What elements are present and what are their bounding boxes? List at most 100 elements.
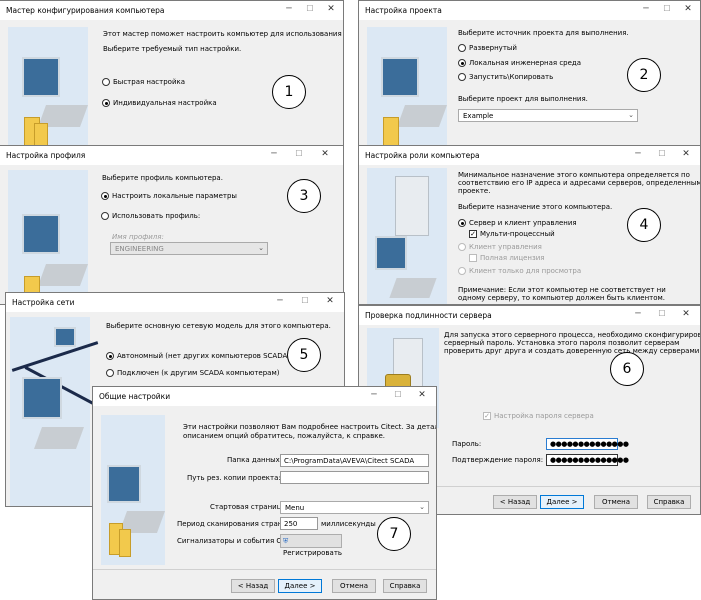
- maximize-button[interactable]: ☐: [293, 149, 305, 158]
- shield-icon: ⛨: [283, 537, 289, 545]
- chevron-down-icon: ⌄: [419, 503, 425, 511]
- title-bar: Общие настройки ─ ☐ ✕: [93, 387, 436, 406]
- deployed-label[interactable]: Развернутый: [469, 44, 517, 52]
- title-bar: Настройка проекта ─ ☐ ✕: [359, 1, 700, 20]
- server-icon: [395, 176, 429, 236]
- close-button[interactable]: ✕: [319, 149, 331, 159]
- window-title: Общие настройки: [99, 392, 171, 401]
- step-number-4: 4: [627, 208, 661, 242]
- minimize-button[interactable]: ─: [283, 4, 295, 14]
- cancel-button[interactable]: Отмена: [594, 495, 638, 509]
- local-engineering-label[interactable]: Локальная инженерная среда: [469, 59, 581, 67]
- help-button[interactable]: Справка: [383, 579, 427, 593]
- quick-setup-radio[interactable]: [102, 78, 110, 86]
- scan-period-field[interactable]: 250: [280, 517, 318, 530]
- server-password-checkbox[interactable]: ✓: [483, 412, 491, 420]
- local-params-label[interactable]: Настроить локальные параметры: [112, 192, 237, 200]
- multiprocess-checkbox[interactable]: ✓: [469, 230, 477, 238]
- use-profile-radio[interactable]: [101, 212, 109, 220]
- profile-prompt: Выберите профиль компьютера.: [102, 174, 223, 182]
- role-note-line-1: Примечание: Если этот компьютер не соотв…: [458, 286, 666, 294]
- maximize-button[interactable]: ☐: [656, 149, 668, 158]
- title-bar: Проверка подлинности сервера ─ ☐ ✕: [359, 306, 700, 325]
- view-only-label[interactable]: Клиент только для просмотра: [469, 267, 581, 275]
- deployed-radio[interactable]: [458, 44, 466, 52]
- cancel-button[interactable]: Отмена: [332, 579, 376, 593]
- step-number-5: 5: [287, 338, 321, 372]
- control-client-label[interactable]: Клиент управления: [469, 243, 542, 251]
- minimize-button[interactable]: ─: [268, 149, 280, 159]
- full-license-checkbox[interactable]: [469, 254, 477, 262]
- custom-setup-radio[interactable]: [102, 99, 110, 107]
- title-bar: Настройка роли компьютера ─ ☐ ✕: [359, 146, 700, 165]
- chevron-down-icon: ⌄: [628, 111, 634, 119]
- local-engineering-radio[interactable]: [458, 59, 466, 67]
- maximize-button[interactable]: ☐: [656, 309, 668, 318]
- close-button[interactable]: ✕: [680, 149, 692, 159]
- next-button[interactable]: Далее >: [278, 579, 322, 593]
- standalone-radio[interactable]: [106, 352, 114, 360]
- role-description-line-2: соответствию его IP адреса и адресами се…: [458, 179, 701, 187]
- register-button[interactable]: ⛨ Регистрировать: [280, 534, 342, 557]
- close-button[interactable]: ✕: [682, 4, 694, 14]
- maximize-button[interactable]: ☐: [299, 296, 311, 305]
- control-client-radio[interactable]: [458, 243, 466, 251]
- view-only-radio[interactable]: [458, 267, 466, 275]
- start-page-select[interactable]: Menu ⌄: [280, 501, 429, 514]
- minimize-button[interactable]: ─: [632, 309, 644, 319]
- close-button[interactable]: ✕: [325, 4, 337, 14]
- backup-path-field[interactable]: [280, 471, 429, 484]
- start-page-value: Menu: [285, 504, 305, 512]
- data-folder-field[interactable]: C:\ProgramData\AVEVA\Citect SCADA 2018 R…: [280, 454, 429, 467]
- multiprocess-label[interactable]: Мульти-процессный: [480, 230, 555, 238]
- monitor-icon: [54, 327, 76, 347]
- step-number-1: 1: [272, 75, 306, 109]
- server-client-radio[interactable]: [458, 219, 466, 227]
- folder-icon: [119, 529, 131, 557]
- maximize-button[interactable]: ☐: [304, 4, 316, 13]
- full-license-label[interactable]: Полная лицензия: [480, 254, 544, 262]
- monitor-icon: [107, 465, 141, 503]
- maximize-button[interactable]: ☐: [661, 4, 673, 13]
- step-number-2: 2: [627, 58, 661, 92]
- local-params-radio[interactable]: [101, 192, 109, 200]
- close-button[interactable]: ✕: [680, 309, 692, 319]
- run-copy-label[interactable]: Запустить\Копировать: [469, 73, 553, 81]
- project-select[interactable]: Example ⌄: [458, 109, 638, 122]
- quick-setup-label[interactable]: Быстрая настройка: [113, 78, 185, 86]
- start-page-label: Стартовая страница:: [210, 503, 289, 511]
- profile-select[interactable]: ENGINEERING ⌄: [110, 242, 268, 255]
- password-label: Пароль:: [452, 440, 482, 448]
- use-profile-label[interactable]: Использовать профиль:: [112, 212, 200, 220]
- server-password-label[interactable]: Настройка пароля сервера: [494, 412, 594, 420]
- title-bar: Мастер конфигурирования компьютера ─ ☐ ✕: [0, 1, 343, 20]
- confirm-password-value: ●●●●●●●●●●●●●●: [550, 456, 629, 464]
- wizard-prompt: Выберите требуемый тип настройки.: [103, 45, 242, 53]
- networked-label[interactable]: Подключен (к другим SCADA компьютерам): [117, 369, 279, 377]
- password-field[interactable]: ●●●●●●●●●●●●●●: [546, 438, 629, 450]
- server-client-label[interactable]: Сервер и клиент управления: [469, 219, 577, 227]
- back-button[interactable]: < Назад: [493, 495, 537, 509]
- wizard-illustration: [8, 27, 89, 149]
- title-bar: Настройка сети ─ ☐ ✕: [6, 293, 344, 312]
- password-value: ●●●●●●●●●●●●●●: [550, 440, 629, 448]
- back-button[interactable]: < Назад: [231, 579, 275, 593]
- next-button[interactable]: Далее >: [540, 495, 584, 509]
- confirm-password-field[interactable]: ●●●●●●●●●●●●●●: [546, 454, 629, 466]
- scan-period-value: 250: [284, 520, 298, 528]
- monitor-icon: [375, 236, 407, 270]
- close-button[interactable]: ✕: [416, 390, 428, 400]
- help-button[interactable]: Справка: [647, 495, 691, 509]
- custom-setup-label[interactable]: Индивидуальная настройка: [113, 99, 217, 107]
- keyboard-icon: [37, 264, 89, 286]
- maximize-button[interactable]: ☐: [392, 390, 404, 399]
- minimize-button[interactable]: ─: [640, 4, 652, 14]
- minimize-button[interactable]: ─: [368, 390, 380, 400]
- networked-radio[interactable]: [106, 369, 114, 377]
- standalone-label[interactable]: Автономный (нет других компьютеров SCADA…: [117, 352, 290, 360]
- run-copy-radio[interactable]: [458, 73, 466, 81]
- close-button[interactable]: ✕: [324, 296, 336, 306]
- minimize-button[interactable]: ─: [632, 149, 644, 159]
- minimize-button[interactable]: ─: [274, 296, 286, 306]
- wizard-illustration: [367, 168, 447, 304]
